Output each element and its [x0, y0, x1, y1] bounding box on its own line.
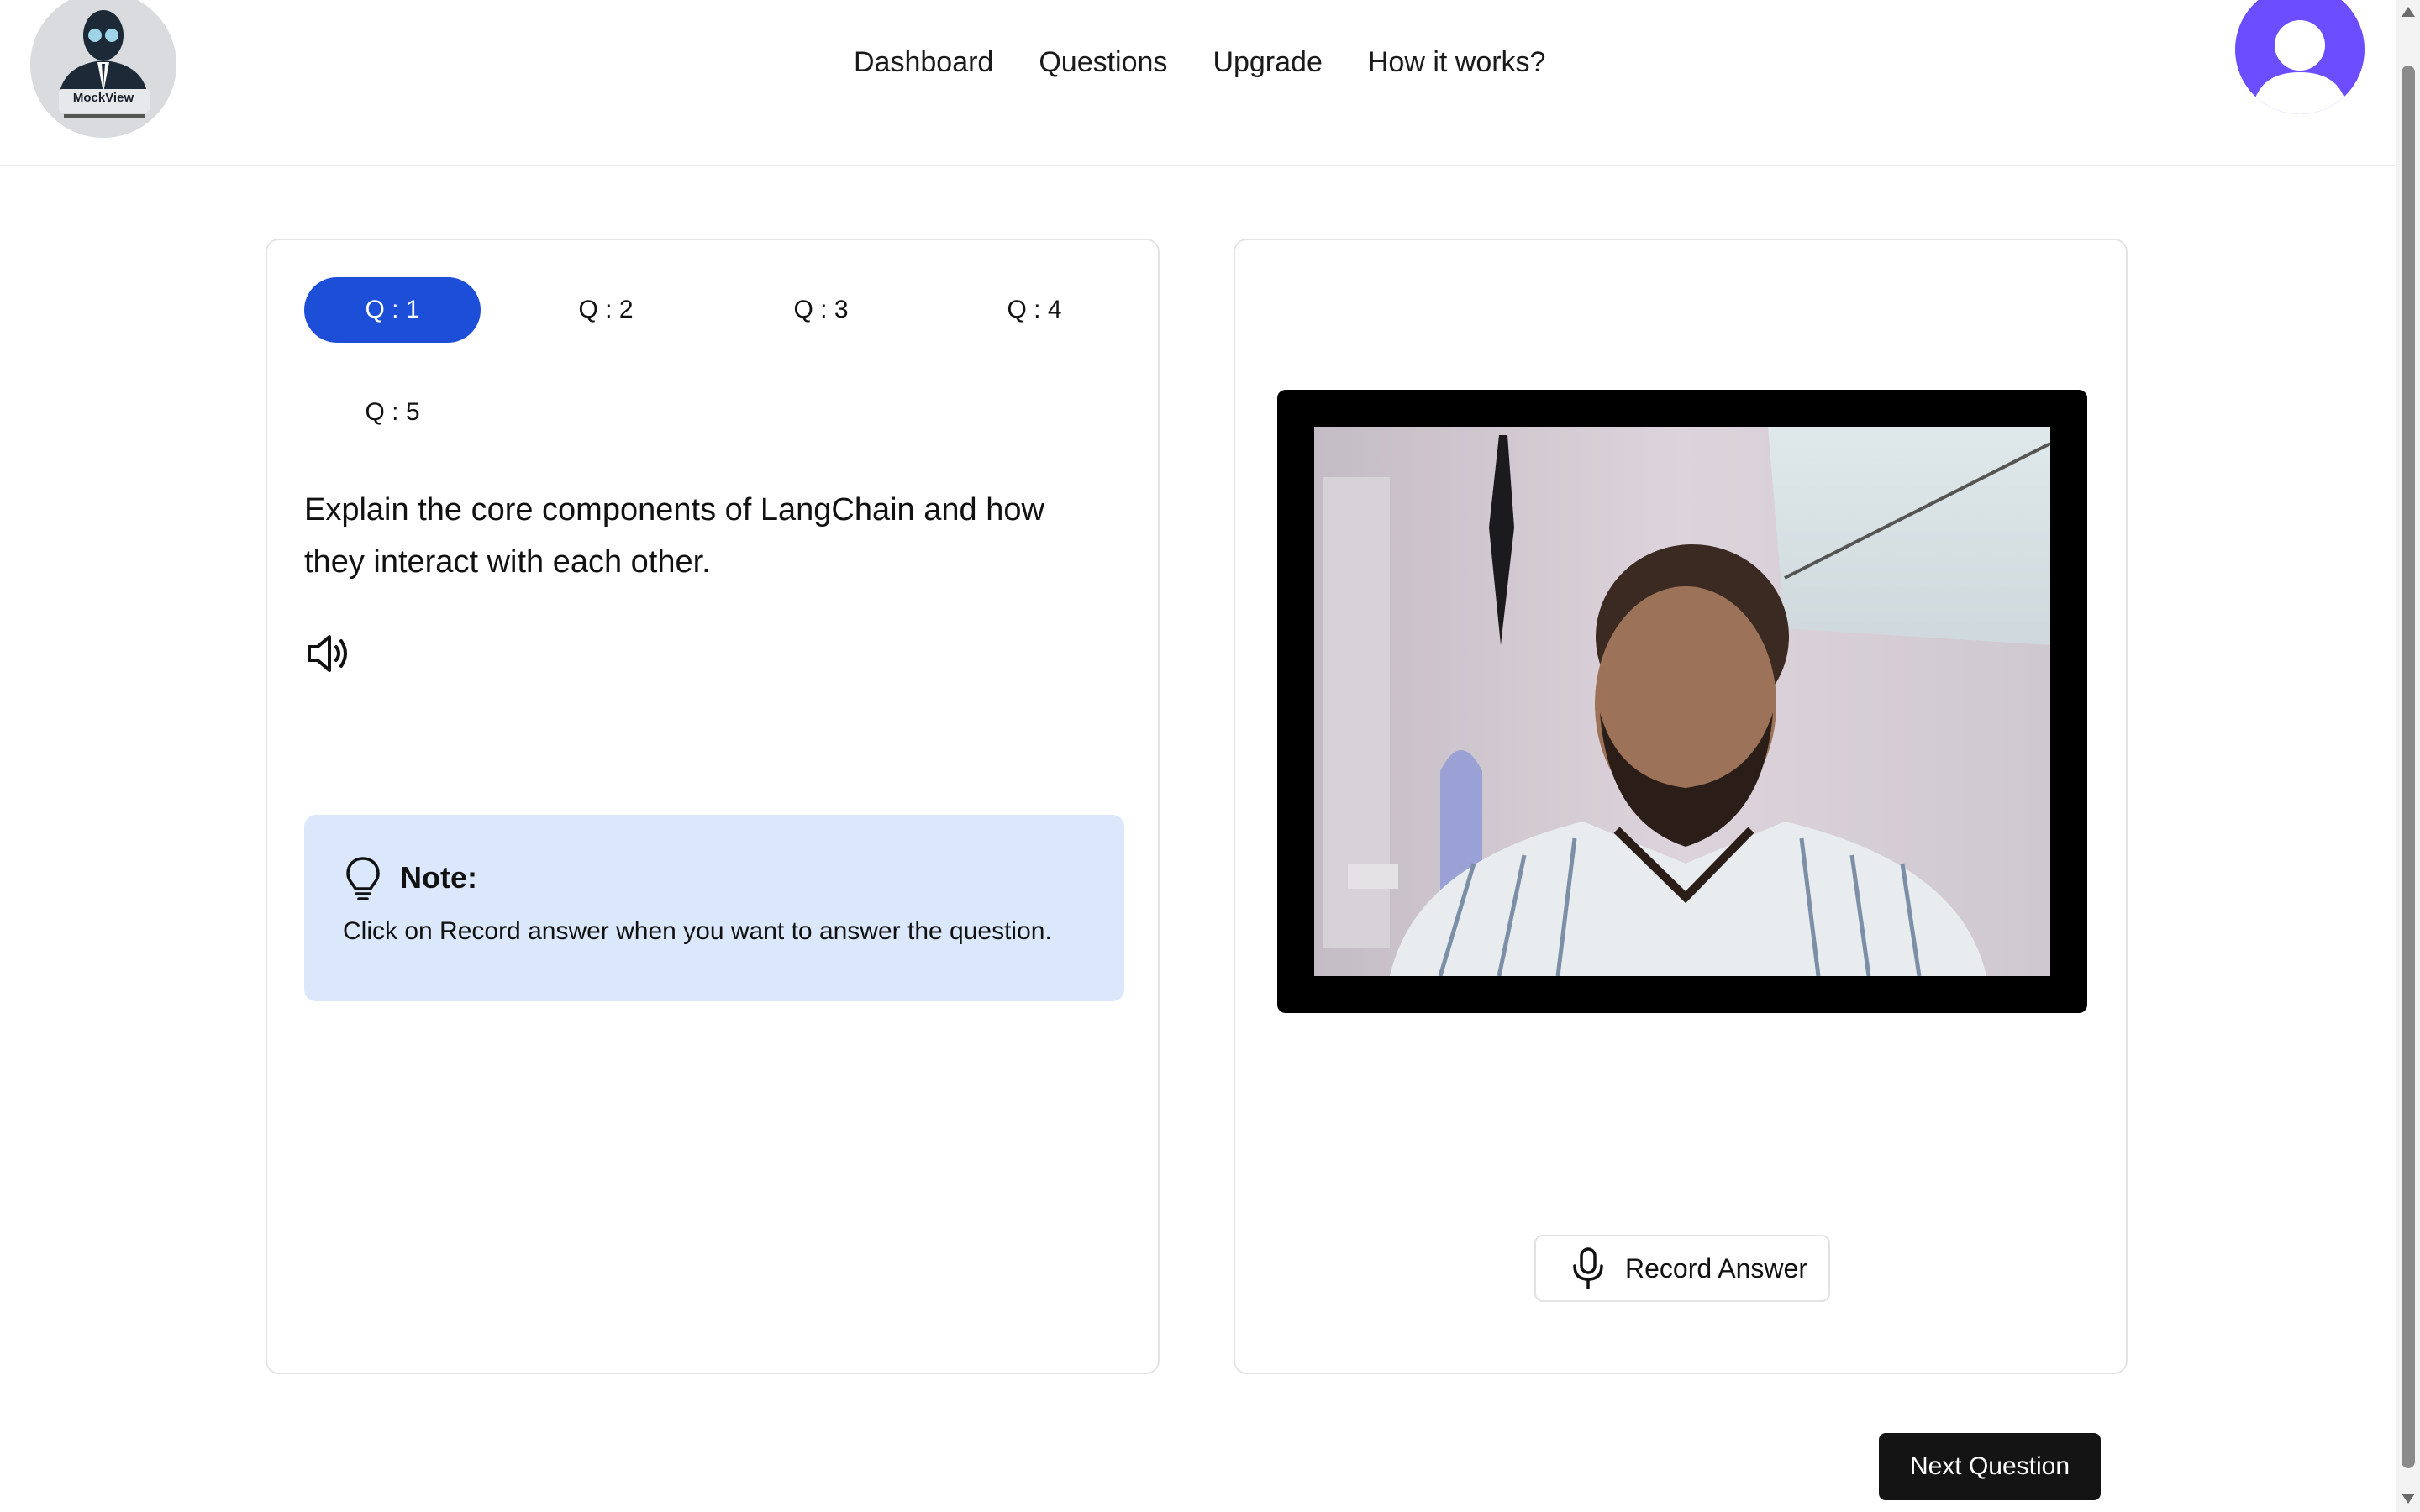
user-avatar-icon	[2235, 0, 2365, 114]
webcam-video	[1314, 427, 2050, 976]
main-nav: Dashboard Questions Upgrade How it works…	[854, 44, 1591, 81]
record-answer-button[interactable]: Record Answer	[1534, 1235, 1830, 1302]
nav-dashboard[interactable]: Dashboard	[854, 44, 993, 81]
nav-upgrade[interactable]: Upgrade	[1213, 44, 1322, 81]
question-tab-1[interactable]: Q : 1	[304, 277, 481, 343]
logo-figure-icon	[30, 0, 176, 138]
question-text: Explain the core components of LangChain…	[304, 492, 1044, 580]
page-scrollbar[interactable]	[2396, 0, 2420, 1512]
next-question-button[interactable]: Next Question	[1879, 1433, 2101, 1500]
nav-questions[interactable]: Questions	[1039, 44, 1167, 81]
scroll-down-arrow-icon[interactable]	[2402, 1494, 2415, 1504]
speaker-icon[interactable]	[304, 630, 351, 677]
user-avatar[interactable]	[2235, 0, 2365, 114]
mockview-logo[interactable]: MockView	[30, 0, 176, 138]
question-tab-2[interactable]: Q : 2	[518, 277, 694, 343]
nav-how-it-works[interactable]: How it works?	[1368, 44, 1546, 81]
webcam-frame	[1277, 390, 2087, 1013]
question-tab-4[interactable]: Q : 4	[946, 277, 1123, 343]
note-title: Note:	[400, 860, 477, 895]
scroll-thumb[interactable]	[2402, 66, 2415, 1468]
lightbulb-icon	[345, 855, 381, 902]
question-tab-3[interactable]: Q : 3	[733, 277, 909, 343]
scroll-up-arrow-icon[interactable]	[2402, 7, 2415, 17]
note-text: Click on Record answer when you want to …	[343, 917, 1052, 945]
record-answer-label: Record Answer	[1625, 1252, 1807, 1284]
top-header: MockView Dashboard Questions Upgrade How…	[0, 0, 2396, 166]
microphone-icon	[1570, 1247, 1607, 1289]
webcam-feed	[1314, 427, 2050, 976]
note-box: Note: Click on Record answer when you wa…	[304, 815, 1124, 1001]
logo-title: MockView	[72, 91, 134, 105]
interview-page: MockView Dashboard Questions Upgrade How…	[0, 0, 2420, 1512]
question-tab-5[interactable]: Q : 5	[304, 380, 481, 445]
webcam-panel: Record Answer	[1234, 239, 2128, 1374]
question-panel: Q : 1 Q : 2 Q : 3 Q : 4 Q : 5 Explain th…	[266, 239, 1160, 1374]
